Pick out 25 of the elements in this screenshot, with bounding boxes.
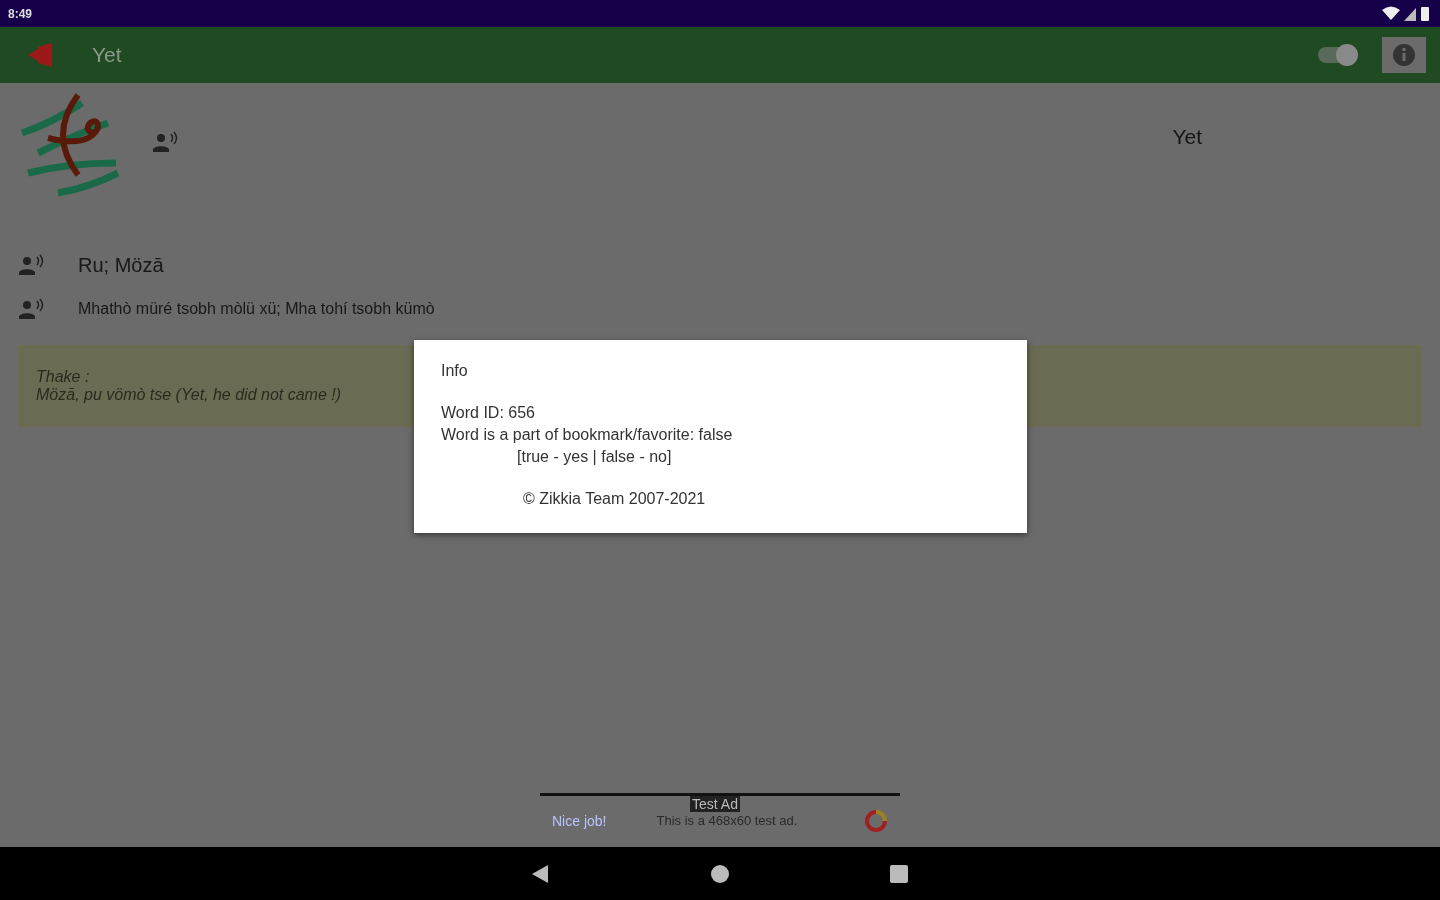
speaker-icon[interactable]: [152, 131, 178, 153]
example-text: Mözā, pu vömò tse (Yet, he did not came !): [36, 386, 342, 404]
ad-badge: Test Ad: [690, 796, 740, 812]
status-time: 8:49: [8, 6, 33, 21]
home-button[interactable]: [710, 863, 730, 884]
speaker-icon[interactable]: [18, 298, 44, 320]
toggle-switch[interactable]: [1318, 47, 1356, 63]
word-translation: Ru; Mözā: [78, 253, 164, 277]
dialog-text: Word ID: 656: [441, 403, 536, 423]
speaker-icon[interactable]: [18, 254, 44, 276]
word-heading: Yet: [1172, 125, 1202, 149]
status-icons: [1382, 5, 1432, 22]
dialog-text: Word is a part of bookmark/favorite: false: [441, 425, 734, 445]
info-icon: [1392, 43, 1416, 67]
dialog-title: Info: [441, 362, 469, 380]
example-label: Thake :: [36, 368, 90, 386]
dialog-text: © Zikkia Team 2007-2021: [522, 489, 707, 509]
app-bar-title: Yet: [92, 43, 123, 67]
dialog-text: [true - yes | false - no]: [516, 447, 673, 467]
example-sentence: Mhathò müré tsobh mòlü xü; Mha tohí tsobh kümò: [78, 300, 435, 318]
back-button[interactable]: [532, 863, 550, 884]
info-button[interactable]: [1382, 37, 1426, 73]
ad-logo-icon: [864, 808, 888, 833]
ad-text: This is a 468x60 test ad.: [656, 813, 799, 828]
recents-button[interactable]: [890, 864, 908, 883]
